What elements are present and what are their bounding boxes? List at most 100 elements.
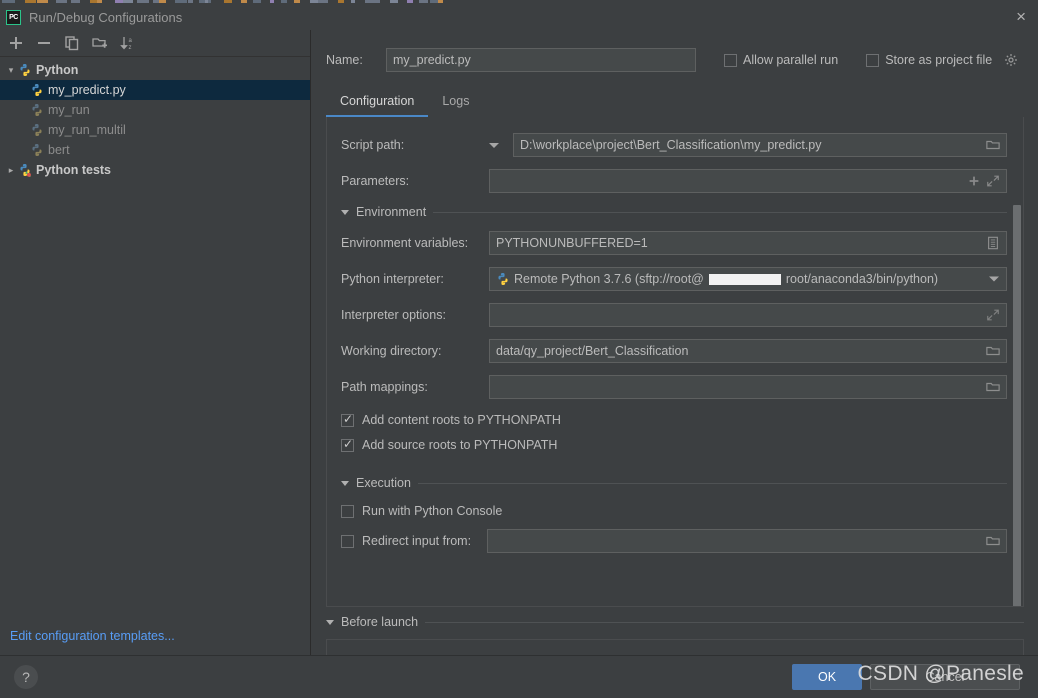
chevron-down-icon[interactable]: ▾ <box>4 65 18 76</box>
python-interpreter-label: Python interpreter: <box>341 272 489 286</box>
python-interpreter-select[interactable]: Remote Python 3.7.6 (sftp://root@ root/an… <box>489 267 1007 291</box>
triangle-down-icon[interactable] <box>326 620 334 625</box>
plus-icon[interactable] <box>967 174 981 188</box>
scrollbar-thumb[interactable] <box>1013 205 1021 607</box>
background-code-tick <box>372 0 380 3</box>
add-source-roots-row[interactable]: Add source roots to PYTHONPATH <box>341 438 1007 452</box>
before-launch-label: Before launch <box>341 615 418 629</box>
background-code-tick <box>438 0 443 3</box>
path-mappings-row: Path mappings: <box>341 375 1007 399</box>
configuration-editor-panel: Name: my_predict.py Allow parallel run S… <box>312 30 1038 655</box>
interpreter-options-input[interactable] <box>489 303 1007 327</box>
folder-icon[interactable] <box>986 380 1000 394</box>
environment-section-header[interactable]: Environment <box>341 205 1007 219</box>
execution-section-header[interactable]: Execution <box>341 476 1007 490</box>
add-source-roots-checkbox[interactable] <box>341 439 354 452</box>
store-as-project-file-label: Store as project file <box>885 53 992 67</box>
path-mappings-input[interactable] <box>489 375 1007 399</box>
add-content-roots-row[interactable]: Add content roots to PYTHONPATH <box>341 413 1007 427</box>
working-directory-label: Working directory: <box>341 344 489 358</box>
tree-item-bert[interactable]: bert <box>0 140 310 160</box>
python-icon <box>30 103 48 117</box>
background-code-tick <box>115 0 123 3</box>
name-row: Name: my_predict.py Allow parallel run S… <box>326 48 1038 72</box>
configurations-toolbar: a z <box>0 30 310 57</box>
allow-parallel-run-row[interactable]: Allow parallel run <box>724 53 838 67</box>
pycharm-logo-icon: PC <box>6 10 21 25</box>
background-code-tick <box>188 0 193 3</box>
cancel-button[interactable]: Cancel <box>870 664 1020 690</box>
parameters-input[interactable] <box>489 169 1007 193</box>
copy-icon[interactable] <box>64 35 80 51</box>
environment-variables-row: Environment variables: PYTHONUNBUFFERED=… <box>341 231 1007 255</box>
tree-item-python[interactable]: ▾ Python <box>0 60 310 80</box>
chevron-down-icon[interactable] <box>489 143 499 148</box>
triangle-down-icon[interactable] <box>341 481 349 486</box>
configurations-tree[interactable]: ▾ Python my_predict.py my_run my_run_multil b… <box>0 57 310 180</box>
section-divider <box>433 212 1007 213</box>
store-as-project-file-row[interactable]: Store as project file <box>866 53 1018 67</box>
python-icon <box>30 83 48 97</box>
execution-section-label: Execution <box>356 476 411 490</box>
path-mappings-label: Path mappings: <box>341 380 489 394</box>
chevron-right-icon[interactable]: ▸ <box>4 165 18 176</box>
folder-icon[interactable] <box>986 138 1000 152</box>
form-scrollbar[interactable] <box>1011 199 1023 607</box>
section-divider <box>418 483 1007 484</box>
background-code-tick <box>175 0 187 3</box>
redirect-input-from-checkbox[interactable] <box>341 535 354 548</box>
add-content-roots-checkbox[interactable] <box>341 414 354 427</box>
python-interpreter-value-prefix: Remote Python 3.7.6 (sftp://root@ <box>514 268 704 290</box>
ok-button[interactable]: OK <box>792 664 862 690</box>
before-launch-header[interactable]: Before launch <box>326 615 1024 629</box>
configurations-panel: a z ▾ Python my_predict.py my_run my_run_mul… <box>0 30 311 655</box>
background-code-tick <box>137 0 149 3</box>
add-content-roots-label: Add content roots to PYTHONPATH <box>362 413 561 427</box>
list-edit-icon[interactable] <box>986 236 1000 250</box>
chevron-down-icon[interactable] <box>989 277 999 282</box>
python-icon <box>30 123 48 137</box>
redirect-input-from-input[interactable] <box>487 529 1007 553</box>
minus-icon[interactable] <box>36 35 52 51</box>
tab-configuration[interactable]: Configuration <box>326 90 428 117</box>
tree-item-my-run-multil[interactable]: my_run_multil <box>0 120 310 140</box>
sort-alphabetically-icon[interactable]: a z <box>120 35 136 51</box>
background-code-tick <box>205 0 208 3</box>
close-icon[interactable]: × <box>1016 6 1026 28</box>
plus-icon[interactable] <box>8 35 24 51</box>
run-with-python-console-row[interactable]: Run with Python Console <box>341 504 1007 518</box>
triangle-down-icon[interactable] <box>341 210 349 215</box>
run-with-python-console-checkbox[interactable] <box>341 505 354 518</box>
help-button[interactable]: ? <box>14 665 38 689</box>
python-interpreter-value-suffix: root/anaconda3/bin/python) <box>786 268 938 290</box>
parameters-row: Parameters: <box>341 169 1007 193</box>
background-code-tick <box>56 0 67 3</box>
remote-python-icon <box>496 272 510 286</box>
dialog-title-bar: PC Run/Debug Configurations × <box>0 5 1038 30</box>
folder-add-icon[interactable] <box>92 35 108 51</box>
python-tests-icon <box>18 163 36 177</box>
tree-item-my-predict-py[interactable]: my_predict.py <box>0 80 310 100</box>
edit-configuration-templates-link[interactable]: Edit configuration templates... <box>10 629 175 643</box>
gear-icon[interactable] <box>1004 53 1018 67</box>
folder-icon[interactable] <box>986 344 1000 358</box>
script-path-input[interactable]: D:\workplace\project\Bert_Classification… <box>513 133 1007 157</box>
interpreter-options-row: Interpreter options: <box>341 303 1007 327</box>
environment-variables-input[interactable]: PYTHONUNBUFFERED=1 <box>489 231 1007 255</box>
expand-icon[interactable] <box>986 174 1000 188</box>
add-source-roots-label: Add source roots to PYTHONPATH <box>362 438 557 452</box>
editor-tabs[interactable]: Configuration Logs <box>326 90 1038 117</box>
python-icon <box>30 143 48 157</box>
tab-logs[interactable]: Logs <box>428 90 483 117</box>
store-as-project-file-checkbox[interactable] <box>866 54 879 67</box>
allow-parallel-run-checkbox[interactable] <box>724 54 737 67</box>
background-code-tick <box>281 0 287 3</box>
tree-item-python-tests[interactable]: ▸ Python tests <box>0 160 310 180</box>
folder-icon[interactable] <box>986 534 1000 548</box>
expand-icon[interactable] <box>986 308 1000 322</box>
name-input[interactable]: my_predict.py <box>386 48 696 72</box>
environment-section-label: Environment <box>356 205 426 219</box>
background-code-tick <box>9 0 15 3</box>
working-directory-input[interactable]: data/qy_project/Bert_Classification <box>489 339 1007 363</box>
tree-item-my-run[interactable]: my_run <box>0 100 310 120</box>
